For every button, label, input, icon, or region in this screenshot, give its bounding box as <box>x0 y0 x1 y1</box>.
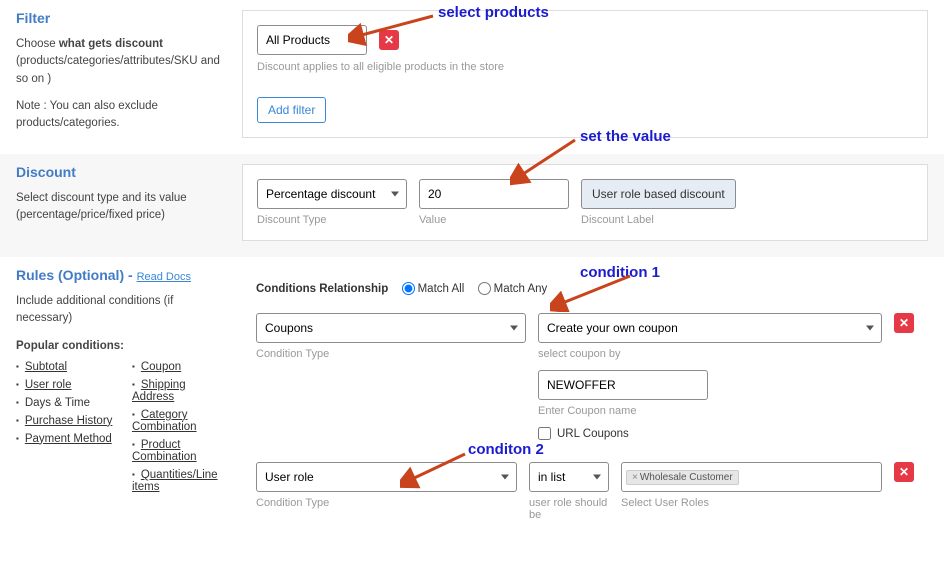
cond-shipping-address[interactable]: Shipping Address <box>132 379 186 403</box>
cond-purchase-history[interactable]: Purchase History <box>25 415 113 427</box>
cond2-in-list-label: user role should be <box>529 497 609 521</box>
cond1-remove-button[interactable]: ✕ <box>894 313 914 333</box>
popular-conditions-list: Subtotal User role Days & Time Purchase … <box>16 361 230 499</box>
rules-section: Rules (Optional) - Read Docs Include add… <box>0 257 944 573</box>
discount-label-text: User role based discount <box>592 187 725 201</box>
match-any-radio[interactable] <box>478 282 491 295</box>
filter-panel: All Products ✕ Discount applies to all e… <box>242 10 928 138</box>
discount-title: Discount <box>16 164 230 180</box>
discount-type-label: Discount Type <box>257 214 407 226</box>
read-docs-link[interactable]: Read Docs <box>137 271 191 283</box>
condition-1-block: Coupons Condition Type Create your own c… <box>256 313 914 440</box>
rules-title-main: Rules (Optional) <box>16 267 124 283</box>
cond2-in-list-select[interactable]: in list <box>529 462 609 492</box>
discount-label-field[interactable]: User role based discount <box>581 179 736 209</box>
rules-title-sep: - <box>124 267 136 283</box>
match-all-text: Match All <box>418 283 465 295</box>
filter-helper: Discount applies to all eligible product… <box>257 61 913 73</box>
cond1-url-coupons-label: URL Coupons <box>557 428 629 440</box>
conditions-relationship-row: Conditions Relationship Match All Match … <box>256 281 914 295</box>
condition-2-block: User role Condition Type in list user ro… <box>256 462 914 521</box>
rules-title: Rules (Optional) - Read Docs <box>16 267 230 283</box>
discount-label-sub: Discount Label <box>581 214 736 226</box>
discount-value-input[interactable] <box>419 179 569 209</box>
filter-choose-strong: what gets discount <box>59 38 163 50</box>
cond-product-combination[interactable]: Product Combination <box>132 439 197 463</box>
cond1-coupon-value-input[interactable] <box>538 370 708 400</box>
cond-category-combination[interactable]: Category Combination <box>132 409 197 433</box>
conditions-relationship-label: Conditions Relationship <box>256 283 388 295</box>
filter-choose-suf: (products/categories/attributes/SKU and … <box>16 55 220 84</box>
filter-remove-button[interactable]: ✕ <box>379 30 399 50</box>
cond2-roles-label: Select User Roles <box>621 497 882 509</box>
filter-section: Filter Choose what gets discount (produc… <box>0 0 944 154</box>
match-any-text: Match Any <box>494 283 548 295</box>
close-icon[interactable]: × <box>632 472 638 483</box>
cond-user-role[interactable]: User role <box>25 379 72 391</box>
cond-days-time[interactable]: Days & Time <box>25 397 90 409</box>
match-any-option[interactable]: Match Any <box>478 283 548 295</box>
role-tag-text: Wholesale Customer <box>640 472 733 483</box>
cond2-roles-input[interactable]: ×Wholesale Customer <box>621 462 882 492</box>
rules-desc: Include additional conditions (if necess… <box>16 293 230 328</box>
discount-panel: Percentage discount Discount Type Value … <box>242 164 928 241</box>
cond2-type-select[interactable]: User role <box>256 462 517 492</box>
cond-coupon[interactable]: Coupon <box>141 361 181 373</box>
cond-subtotal[interactable]: Subtotal <box>25 361 67 373</box>
cond1-type-label: Condition Type <box>256 348 526 360</box>
cond-payment-method[interactable]: Payment Method <box>25 433 112 445</box>
cond1-coupon-mode-label: select coupon by <box>538 348 882 360</box>
filter-choose-pre: Choose <box>16 38 59 50</box>
match-all-option[interactable]: Match All <box>402 283 465 295</box>
rules-panel: Conditions Relationship Match All Match … <box>242 267 928 557</box>
cond-quantities[interactable]: Quantities/Line items <box>132 469 218 493</box>
discount-section: Discount Select discount type and its va… <box>0 154 944 257</box>
discount-value-label: Value <box>419 214 569 226</box>
discount-desc: Select discount type and its value (perc… <box>16 190 230 225</box>
discount-type-select[interactable]: Percentage discount <box>257 179 407 209</box>
filter-note: Note : You can also exclude products/cat… <box>16 98 230 133</box>
cond1-coupon-value-label: Enter Coupon name <box>538 405 882 417</box>
role-tag[interactable]: ×Wholesale Customer <box>626 470 739 485</box>
match-all-radio[interactable] <box>402 282 415 295</box>
cond1-coupon-mode-select[interactable]: Create your own coupon <box>538 313 882 343</box>
add-filter-button[interactable]: Add filter <box>257 97 326 123</box>
popular-conditions-heading: Popular conditions: <box>16 338 230 355</box>
cond2-remove-button[interactable]: ✕ <box>894 462 914 482</box>
filter-title: Filter <box>16 10 230 26</box>
cond1-url-coupons-checkbox[interactable] <box>538 427 551 440</box>
cond1-type-select[interactable]: Coupons <box>256 313 526 343</box>
filter-choose-text: Choose what gets discount (products/cate… <box>16 36 230 88</box>
cond2-type-label: Condition Type <box>256 497 517 509</box>
filter-type-select[interactable]: All Products <box>257 25 367 55</box>
